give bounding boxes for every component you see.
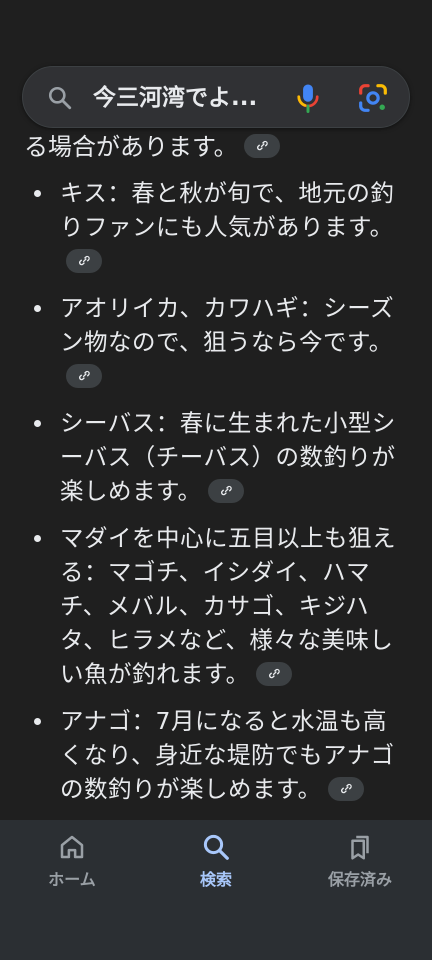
list-item: キス：春と秋が旬で、地元の釣りファンにも人気があります。 [0, 176, 432, 278]
bullet-dot [34, 305, 41, 312]
previous-line-text: る場合があります。 [24, 133, 238, 161]
bullet-text: マダイを中心に五目以上も狙える：マゴチ、イシダイ、ハマチ、メバル、カサゴ、キジハ… [60, 524, 396, 688]
link-icon [79, 370, 90, 380]
search-icon[interactable] [47, 85, 73, 111]
screen: る場合があります。 キス：春と秋が旬で、地元の釣りファンにも人気があります。 ア… [0, 0, 432, 960]
list-item: マダイを中心に五目以上も狙える：マゴチ、イシダイ、ハマチ、メバル、カサゴ、キジハ… [0, 521, 432, 691]
bullet-list: キス：春と秋が旬で、地元の釣りファンにも人気があります。 アオリイカ、カワハギ：… [0, 176, 432, 819]
bullet-text: アオリイカ、カワハギ：シーズン物なので、狙うなら今です。 [60, 294, 395, 356]
link-icon [340, 783, 352, 793]
search-nav-icon [203, 834, 229, 860]
link-chip[interactable] [66, 363, 102, 388]
google-lens-icon[interactable] [357, 82, 389, 114]
link-chip[interactable] [327, 776, 364, 801]
mic-icon[interactable] [293, 82, 323, 114]
bullet-dot [34, 535, 41, 542]
ai-overview-content[interactable]: る場合があります。 キス：春と秋が旬で、地元の釣りファンにも人気があります。 ア… [0, 126, 432, 820]
list-item: シーバス：春に生まれた小型シーバス（チーバス）の数釣りが楽しめます。 [0, 406, 432, 508]
bullet-text: キス：春と秋が旬で、地元の釣りファンにも人気があります。 [60, 179, 395, 241]
search-bar[interactable]: 今三河湾でよ... [22, 66, 410, 128]
link-icon [268, 668, 280, 678]
nav-saved-label: 保存済み [327, 870, 392, 889]
link-chip[interactable] [255, 661, 292, 686]
bullet-dot [34, 420, 41, 427]
link-chip[interactable] [66, 248, 102, 273]
link-icon [256, 140, 268, 151]
list-item: アオリイカ、カワハギ：シーズン物なので、狙うなら今です。 [0, 291, 432, 393]
bullet-dot [34, 190, 41, 197]
home-icon [60, 835, 84, 859]
nav-saved[interactable]: 保存済み [288, 832, 432, 912]
link-icon [220, 485, 232, 495]
nav-search-label: 検索 [199, 870, 232, 889]
bullet-dot [34, 718, 41, 725]
nav-search[interactable]: 検索 [144, 832, 288, 912]
bottom-navigation: ホーム 検索 保存済み [0, 820, 432, 960]
link-chip[interactable] [243, 134, 280, 158]
list-item: アナゴ：7月になると水温も高くなり、身近な堤防でもアナゴの数釣りが楽しめます。 [0, 704, 432, 806]
previous-line: る場合があります。 [24, 130, 280, 164]
link-icon [79, 255, 90, 265]
nav-home-label: ホーム [48, 870, 96, 889]
link-chip[interactable] [207, 478, 244, 503]
search-query[interactable]: 今三河湾でよ... [93, 81, 257, 115]
saved-icon [351, 835, 369, 860]
nav-home[interactable]: ホーム [0, 832, 144, 912]
